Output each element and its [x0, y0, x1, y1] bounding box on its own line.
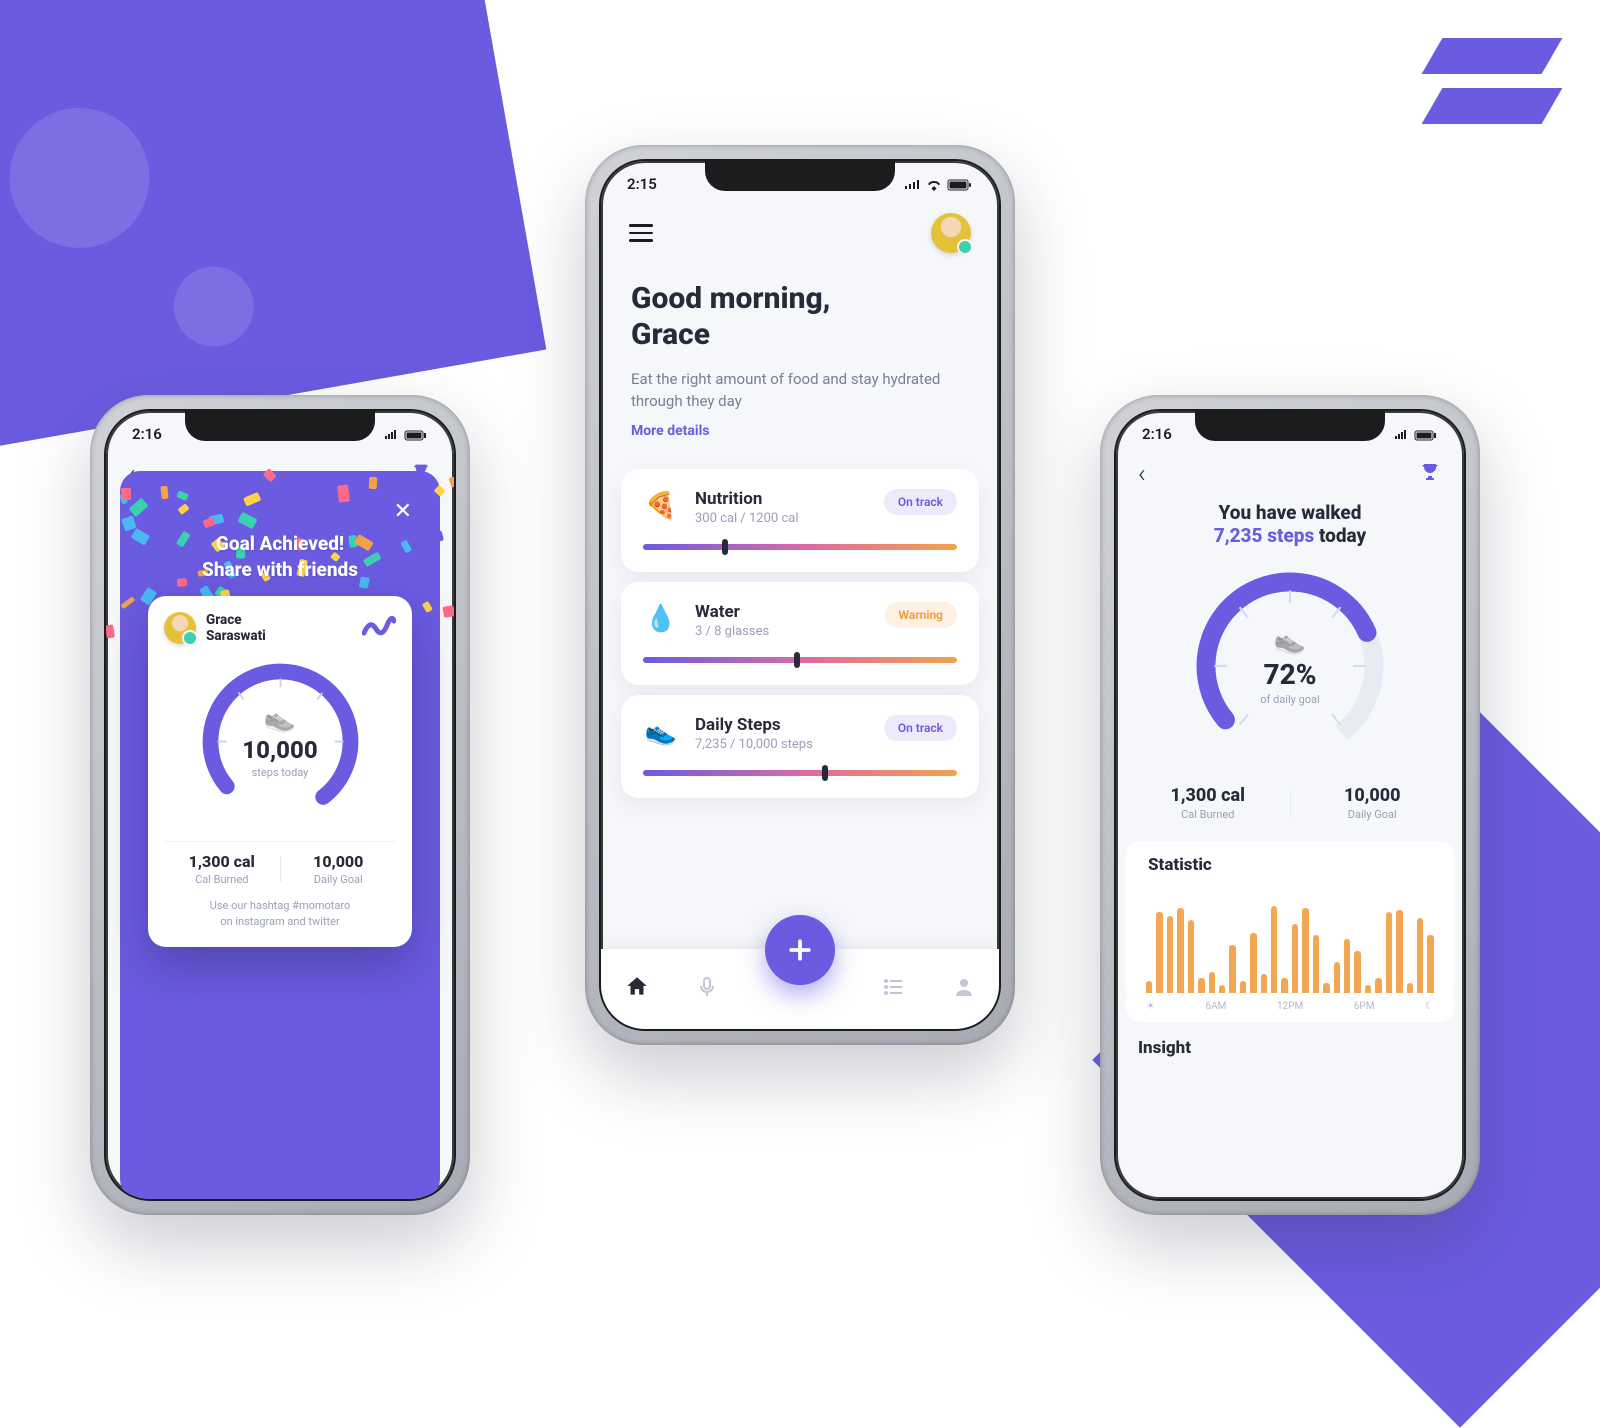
progress-slider[interactable]: [643, 770, 957, 776]
notch: [185, 411, 375, 441]
steps-count: 10,000: [242, 736, 317, 764]
card-title: Daily Steps: [695, 715, 868, 735]
card-title: Nutrition: [695, 489, 868, 509]
status-time: 2:16: [132, 425, 162, 443]
stat-label: Cal Burned: [1126, 808, 1290, 821]
status-time: 2:15: [627, 175, 657, 193]
avatar[interactable]: [931, 213, 971, 253]
status-badge: Warning: [885, 602, 957, 628]
gauge-percent: 72%: [1263, 658, 1316, 691]
stat-value: 10,000: [1291, 785, 1455, 806]
more-details-link[interactable]: More details: [601, 419, 999, 459]
hashtag-hint: Use our hashtag #momotaro on instagram a…: [164, 898, 396, 929]
trophy-icon[interactable]: [1418, 460, 1442, 488]
card-subtitle: 7,235 / 10,000 steps: [695, 737, 868, 752]
stat-pair: 1,300 cal Cal Burned 10,000 Daily Goal: [1116, 777, 1464, 835]
steps-label: steps today: [252, 766, 309, 779]
card-title: Water: [695, 602, 869, 622]
card-subtitle: 300 cal / 1200 cal: [695, 511, 868, 526]
tab-profile[interactable]: [952, 975, 976, 1003]
status-time: 2:16: [1142, 425, 1172, 443]
progress-gauge: 👟 10,000 steps today: [193, 654, 368, 829]
share-card: Grace Saraswati 👟 10,000: [148, 596, 412, 947]
close-icon[interactable]: ✕: [394, 499, 412, 524]
stat-label: Daily Goal: [1291, 808, 1455, 821]
insight-heading: Insight: [1116, 1022, 1464, 1066]
brand-mark-icon: [362, 615, 396, 641]
status-badge: On track: [884, 489, 957, 515]
modal-title: Goal Achieved! Share with friends: [106, 531, 454, 582]
statistic-heading: Statistic: [1126, 841, 1454, 883]
card-subtitle: 3 / 8 glasses: [695, 624, 869, 639]
user-name: Saraswati: [206, 628, 266, 644]
greeting: Good morning,Grace: [601, 263, 999, 357]
stat-value: 1,300 cal: [1126, 785, 1290, 806]
phone-mock-left: 2:16 ‹ St Insight ✕ Goal Achieved! Share…: [90, 395, 470, 1215]
card-water[interactable]: 💧 Water 3 / 8 glasses Warning: [621, 582, 979, 685]
phone-mock-center: 2:15 Good morning,Grace Eat the right am…: [585, 145, 1015, 1045]
steps-headline: You have walked 7,235 steps today: [1116, 501, 1464, 547]
sun-icon: ☀: [1146, 1001, 1155, 1012]
avatar: [164, 612, 196, 644]
progress-gauge: 👟 72% of daily goal: [1185, 561, 1395, 771]
shoe-icon: 👟: [643, 717, 679, 747]
notch: [1195, 411, 1385, 441]
shoe-icon: 👟: [1274, 626, 1306, 656]
flutter-logo-icon: [1432, 38, 1552, 138]
moon-icon: ☾: [1425, 1001, 1434, 1012]
fab-add-button[interactable]: [765, 915, 835, 985]
tab-home[interactable]: [624, 974, 650, 1004]
gauge-sublabel: of daily goal: [1260, 693, 1319, 706]
status-icons: [384, 425, 428, 443]
chart-axis: ☀ 6AM 12PM 6PM ☾: [1126, 997, 1454, 1022]
water-icon: 💧: [643, 604, 679, 634]
stat-value: 10,000: [281, 852, 397, 871]
pizza-icon: 🍕: [643, 491, 679, 521]
status-badge: On track: [884, 715, 957, 741]
phone-mock-right: 2:16 ‹ You have walked 7,235 steps today: [1100, 395, 1480, 1215]
tab-list[interactable]: [881, 975, 907, 1003]
tab-mic[interactable]: [695, 975, 719, 1003]
menu-icon[interactable]: [629, 219, 653, 247]
card-steps[interactable]: 👟 Daily Steps 7,235 / 10,000 steps On tr…: [621, 695, 979, 798]
user-name: Grace: [206, 612, 266, 628]
back-icon[interactable]: ‹: [1138, 459, 1146, 489]
status-icons: [904, 175, 973, 193]
stat-value: 1,300 cal: [164, 852, 280, 871]
progress-slider[interactable]: [643, 657, 957, 663]
status-icons: [1394, 425, 1438, 443]
shoe-icon: 👟: [264, 704, 296, 734]
stat-label: Daily Goal: [281, 873, 397, 886]
stat-label: Cal Burned: [164, 873, 280, 886]
progress-slider[interactable]: [643, 544, 957, 550]
card-nutrition[interactable]: 🍕 Nutrition 300 cal / 1200 cal On track: [621, 469, 979, 572]
greeting-subtitle: Eat the right amount of food and stay hy…: [601, 357, 999, 419]
hourly-bar-chart: [1126, 883, 1454, 1003]
notch: [705, 161, 895, 191]
